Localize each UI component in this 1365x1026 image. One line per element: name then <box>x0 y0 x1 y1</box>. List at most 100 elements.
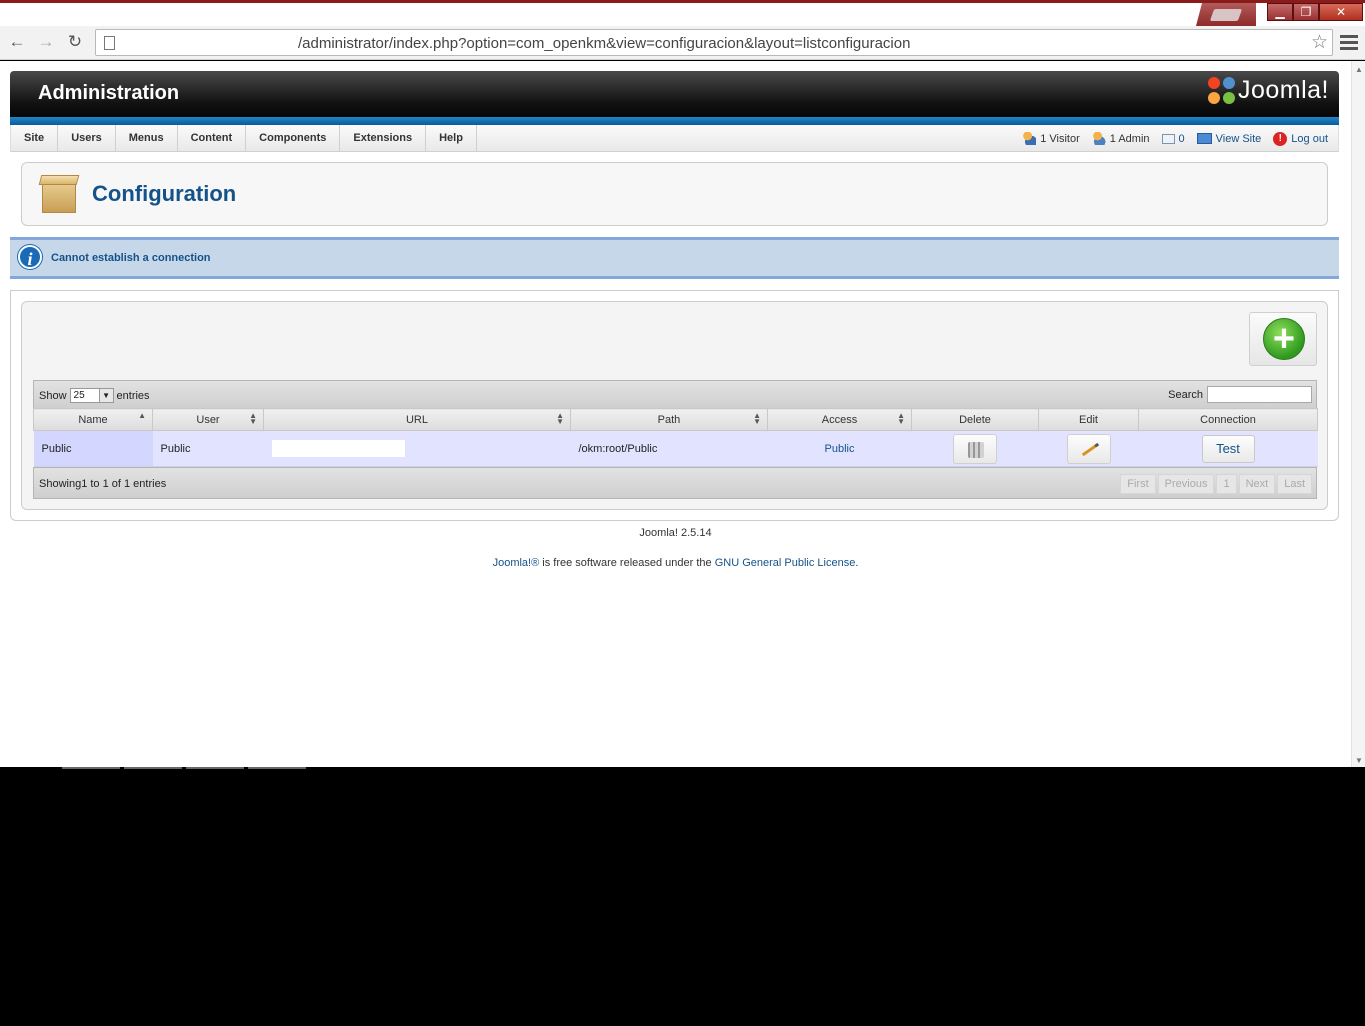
browser-menu-icon[interactable] <box>1340 32 1358 52</box>
back-arrow-icon[interactable]: ← <box>7 32 27 52</box>
admins-count: 1 Admin <box>1109 132 1150 145</box>
page-title-box: Configuration <box>21 162 1328 226</box>
reload-icon[interactable]: ↻ <box>65 32 85 52</box>
vertical-scrollbar[interactable]: ▲ ▼ <box>1351 61 1365 767</box>
visitor-icon <box>1022 132 1037 145</box>
admin-title: Administration <box>38 82 180 104</box>
browser-toolbar: ← → ↻ /administrator/index.php?option=co… <box>0 26 1365 60</box>
pencil-icon <box>1081 442 1099 456</box>
table-footer: Showing1 to 1 of 1 entries First Previou… <box>33 467 1317 499</box>
address-bar[interactable]: /administrator/index.php?option=com_open… <box>95 29 1333 56</box>
sort-both-icon: ▲ ▼ <box>897 411 905 426</box>
messages-status[interactable]: 0 <box>1161 133 1185 145</box>
messages-count[interactable]: 0 <box>1179 133 1185 145</box>
page-title: Configuration <box>92 181 237 206</box>
forward-arrow-icon[interactable]: → <box>36 32 56 52</box>
edit-button[interactable] <box>1066 433 1111 464</box>
window-controls: ▁ ❐ ✕ <box>1267 3 1363 21</box>
cell-access: Public <box>767 430 912 467</box>
column-header-user[interactable]: User ▲ ▼ <box>152 408 264 431</box>
pager-next[interactable]: Next <box>1238 474 1276 494</box>
test-connection-button[interactable]: Test <box>1201 434 1255 463</box>
view-site-link[interactable]: View Site <box>1196 133 1262 145</box>
column-header-access[interactable]: Access ▲ ▼ <box>767 408 912 431</box>
pager-previous[interactable]: Previous <box>1157 474 1215 494</box>
gpl-link[interactable]: GNU General Public License <box>715 557 856 569</box>
pagination: First Previous 1 Next Last <box>1118 474 1312 494</box>
view-site-label[interactable]: View Site <box>1216 133 1262 145</box>
footer-version: Joomla! 2.5.14 <box>639 527 712 539</box>
page-size-select[interactable]: 25 ▼ <box>69 388 114 403</box>
page-icon <box>104 36 115 50</box>
menu-content[interactable]: Content <box>178 125 247 152</box>
column-header-edit: Edit <box>1038 408 1139 431</box>
maximize-button[interactable]: ❐ <box>1293 3 1319 21</box>
admins-status: 1 Admin <box>1091 132 1150 145</box>
visitors-count: 1 Visitor <box>1040 132 1080 145</box>
menu-components[interactable]: Components <box>246 125 341 152</box>
menu-extensions[interactable]: Extensions <box>340 125 427 152</box>
column-header-url[interactable]: URL ▲ ▼ <box>263 408 571 431</box>
info-message: i Cannot establish a connection <box>10 237 1339 279</box>
pager-page-1[interactable]: 1 <box>1216 474 1237 494</box>
package-box-icon <box>36 173 80 213</box>
table-header-row: Name ▲ User ▲ ▼ URL ▲ ▼ Path ▲ ▼ Access ▲ ▼ Delet… <box>33 408 1318 431</box>
search-label: Search <box>1168 388 1203 401</box>
table-toolbar: Show 25 ▼ entries Search <box>33 380 1317 408</box>
config-panel: + Show 25 ▼ entries Search Name ▲ User ▲… <box>21 301 1328 510</box>
add-configuration-button[interactable]: + <box>1249 312 1317 366</box>
license-end: . <box>855 557 859 569</box>
table-info: Showing1 to 1 of 1 entries <box>39 478 167 490</box>
info-icon: i <box>18 245 42 269</box>
pager-first[interactable]: First <box>1120 474 1156 494</box>
visitors-status: 1 Visitor <box>1022 132 1080 145</box>
delete-button[interactable] <box>953 433 997 464</box>
cell-delete <box>911 430 1039 467</box>
admin-icon <box>1091 132 1106 145</box>
admin-menubar: Site Users Menus Content Components Exte… <box>10 125 1339 152</box>
sort-both-icon: ▲ ▼ <box>556 411 564 426</box>
logout-link[interactable]: ! Log out <box>1273 131 1328 146</box>
menu-help[interactable]: Help <box>426 125 477 152</box>
logout-label[interactable]: Log out <box>1291 133 1328 145</box>
minimize-button[interactable]: ▁ <box>1267 3 1293 21</box>
pager-last[interactable]: Last <box>1277 474 1312 494</box>
configuration-table: Name ▲ User ▲ ▼ URL ▲ ▼ Path ▲ ▼ Access ▲ ▼ Delet… <box>33 408 1318 467</box>
close-window-button[interactable]: ✕ <box>1319 3 1363 21</box>
content-area: + Show 25 ▼ entries Search Name ▲ User ▲… <box>10 290 1339 521</box>
cell-path: /okm:root/Public <box>570 430 768 467</box>
column-header-connection: Connection <box>1138 408 1318 431</box>
license-text: is free software released under the <box>539 557 715 569</box>
joomla-logo-text: Joomla! <box>1237 76 1329 104</box>
menu-users[interactable]: Users <box>58 125 116 152</box>
cell-user: Public <box>152 430 264 467</box>
column-header-path[interactable]: Path ▲ ▼ <box>570 408 768 431</box>
header-accent-bar <box>10 117 1339 125</box>
browser-titlebar: ▁ ❐ ✕ <box>0 0 1365 26</box>
mail-icon <box>1161 133 1175 144</box>
scroll-up-icon[interactable]: ▲ <box>1355 65 1363 74</box>
joomla-logo-icon <box>1207 76 1236 105</box>
trash-icon <box>968 441 984 458</box>
entries-label: entries <box>116 389 150 402</box>
bookmark-star-icon[interactable]: ☆ <box>1311 31 1328 54</box>
sort-asc-icon: ▲ <box>138 411 146 420</box>
column-header-name[interactable]: Name ▲ <box>33 408 153 431</box>
menu-menus[interactable]: Menus <box>116 125 178 152</box>
screen-bottom-strip <box>0 767 1365 770</box>
sort-both-icon: ▲ ▼ <box>753 411 761 426</box>
joomla-logo: Joomla! <box>1207 76 1329 105</box>
table-row: Public Public /okm:root/Public Public Te… <box>33 430 1318 467</box>
address-url: /administrator/index.php?option=com_open… <box>298 35 911 52</box>
column-header-delete: Delete <box>911 408 1039 431</box>
main-menu: Site Users Menus Content Components Exte… <box>11 125 477 152</box>
view-site-icon <box>1196 133 1212 144</box>
plus-icon: + <box>1263 318 1305 360</box>
menu-site[interactable]: Site <box>11 125 59 152</box>
search-input[interactable] <box>1207 386 1312 403</box>
search-control: Search <box>1168 386 1312 403</box>
scroll-down-icon[interactable]: ▼ <box>1355 756 1363 765</box>
access-link[interactable]: Public <box>825 443 855 455</box>
new-tab-button[interactable] <box>1196 3 1256 26</box>
joomla-link[interactable]: Joomla!® <box>493 557 540 569</box>
